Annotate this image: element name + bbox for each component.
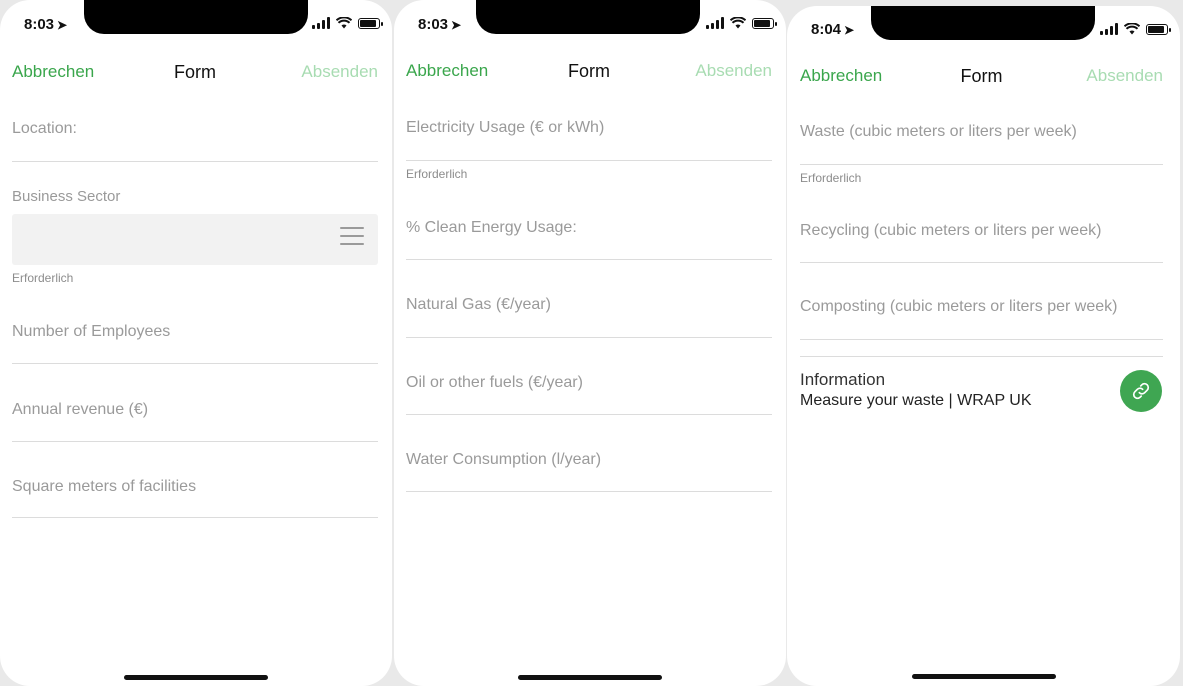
status-icons bbox=[1100, 23, 1171, 35]
battery-icon bbox=[752, 17, 777, 29]
phone-screen-2: 8:03 ➤ Abbrechen Form Absenden Electricit… bbox=[394, 0, 786, 686]
divider bbox=[12, 441, 378, 442]
phone-screen-3: 8:04 ➤ Abbrechen Form Absenden Waste (cub… bbox=[787, 6, 1180, 686]
water-field[interactable]: Water Consumption (l/year) bbox=[406, 451, 772, 493]
status-time: 8:04 ➤ bbox=[811, 21, 855, 38]
clean-energy-label: % Clean Energy Usage: bbox=[406, 219, 577, 236]
square-meters-label: Square meters of facilities bbox=[12, 478, 197, 495]
battery-icon bbox=[358, 17, 383, 29]
phone-screen-1: 8:03 ➤ Abbrechen Form Absenden Location: … bbox=[0, 0, 392, 686]
business-sector-select[interactable] bbox=[12, 214, 378, 265]
wifi-icon bbox=[1124, 23, 1140, 35]
employees-label: Number of Employees bbox=[12, 323, 171, 340]
divider bbox=[12, 517, 378, 518]
oil-label: Oil or other fuels (€/year) bbox=[406, 374, 583, 391]
business-sector-label: Business Sector bbox=[12, 188, 121, 205]
wifi-icon bbox=[336, 17, 352, 29]
clean-energy-field[interactable]: % Clean Energy Usage: bbox=[406, 219, 772, 261]
divider bbox=[406, 337, 772, 338]
electricity-field[interactable]: Electricity Usage (€ or kWh) bbox=[406, 119, 772, 161]
waste-label: Waste (cubic meters or liters per week) bbox=[800, 123, 1077, 140]
divider bbox=[12, 363, 378, 364]
notch bbox=[84, 0, 308, 34]
divider bbox=[406, 414, 772, 415]
divider bbox=[406, 160, 772, 161]
information-label: Information bbox=[800, 370, 886, 389]
required-note: Erforderlich bbox=[406, 167, 468, 181]
status-icons bbox=[312, 17, 383, 29]
nav-bar: Abbrechen Form Absenden bbox=[406, 61, 772, 85]
location-arrow-icon: ➤ bbox=[844, 23, 855, 37]
divider bbox=[406, 491, 772, 492]
divider bbox=[800, 339, 1163, 340]
wifi-icon bbox=[730, 17, 746, 29]
recycling-label: Recycling (cubic meters or liters per we… bbox=[800, 222, 1102, 239]
send-button[interactable]: Absenden bbox=[301, 62, 378, 82]
required-note: Erforderlich bbox=[800, 171, 862, 185]
composting-field[interactable]: Composting (cubic meters or liters per w… bbox=[800, 298, 1163, 340]
square-meters-field[interactable]: Square meters of facilities bbox=[12, 478, 378, 520]
signal-icon bbox=[312, 17, 330, 29]
open-link-button[interactable] bbox=[1120, 370, 1162, 412]
recycling-field[interactable]: Recycling (cubic meters or liters per we… bbox=[800, 222, 1163, 264]
home-indicator bbox=[911, 674, 1056, 679]
location-field[interactable]: Location: bbox=[12, 120, 378, 162]
location-arrow-icon: ➤ bbox=[57, 18, 68, 32]
location-arrow-icon: ➤ bbox=[451, 18, 462, 32]
waste-field[interactable]: Waste (cubic meters or liters per week) bbox=[800, 123, 1163, 165]
oil-field[interactable]: Oil or other fuels (€/year) bbox=[406, 374, 772, 416]
required-note: Erforderlich bbox=[12, 271, 74, 285]
home-indicator bbox=[124, 675, 268, 680]
notch bbox=[871, 6, 1095, 40]
signal-icon bbox=[1100, 23, 1118, 35]
divider bbox=[406, 259, 772, 260]
home-indicator bbox=[518, 675, 662, 680]
location-label: Location: bbox=[12, 120, 77, 137]
water-label: Water Consumption (l/year) bbox=[406, 451, 602, 468]
menu-icon bbox=[340, 227, 364, 251]
revenue-label: Annual revenue (€) bbox=[12, 401, 149, 418]
nav-bar: Abbrechen Form Absenden bbox=[800, 66, 1163, 90]
revenue-field[interactable]: Annual revenue (€) bbox=[12, 401, 378, 443]
battery-icon bbox=[1146, 23, 1171, 35]
electricity-label: Electricity Usage (€ or kWh) bbox=[406, 119, 605, 136]
notch bbox=[476, 0, 700, 34]
natural-gas-field[interactable]: Natural Gas (€/year) bbox=[406, 296, 772, 338]
link-icon bbox=[1132, 382, 1150, 400]
natural-gas-label: Natural Gas (€/year) bbox=[406, 296, 551, 313]
business-sector-label-wrap: Business Sector bbox=[12, 188, 378, 205]
employees-field[interactable]: Number of Employees bbox=[12, 323, 378, 365]
divider bbox=[800, 164, 1163, 165]
signal-icon bbox=[706, 17, 724, 29]
send-button[interactable]: Absenden bbox=[695, 61, 772, 81]
status-icons bbox=[706, 17, 777, 29]
status-time: 8:03 ➤ bbox=[418, 16, 462, 33]
send-button[interactable]: Absenden bbox=[1086, 66, 1163, 86]
nav-bar: Abbrechen Form Absenden bbox=[12, 62, 378, 86]
status-time: 8:03 ➤ bbox=[24, 16, 68, 33]
information-link-text[interactable]: Measure your waste | WRAP UK bbox=[800, 392, 1032, 410]
section-divider bbox=[800, 356, 1163, 357]
divider bbox=[12, 161, 378, 162]
divider bbox=[800, 262, 1163, 263]
composting-label: Composting (cubic meters or liters per w… bbox=[800, 298, 1118, 315]
